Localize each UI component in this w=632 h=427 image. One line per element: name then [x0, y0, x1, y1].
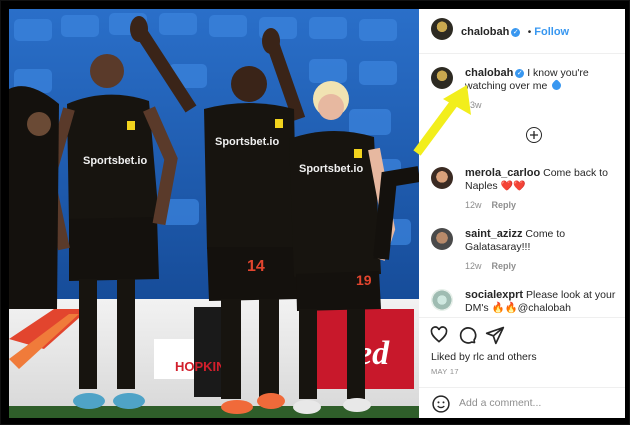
arrow-icon [413, 85, 471, 156]
sponsor-left: Sportsbet.io [83, 155, 147, 167]
comment-username[interactable]: saint_azizz [465, 228, 522, 240]
author-username[interactable]: chalobah [461, 26, 509, 38]
heart-icon[interactable] [429, 325, 451, 347]
separator-dot: • [527, 27, 532, 38]
reply-button[interactable]: Reply [492, 261, 517, 271]
post-side-panel: chalobah ✓ • Follow chalobah ✓ I know you'r… [419, 9, 625, 418]
sponsor-right: Sportsbet.io [299, 163, 363, 175]
caption-username[interactable]: chalobah [465, 67, 513, 79]
post-photo-illustration: HOPKIN ed Sportsbet.io Sportsbet.io 14 S… [9, 9, 419, 418]
emoji-icon[interactable] [431, 394, 451, 414]
add-circle-icon[interactable] [526, 127, 542, 143]
player-number-14: 14 [247, 258, 265, 275]
sponsor-centre: Sportsbet.io [215, 136, 279, 148]
caption-time: 13w [465, 100, 482, 110]
header-divider [419, 53, 625, 54]
comment-time: 12w [465, 261, 482, 271]
comment-username[interactable]: socialexprt [465, 289, 523, 301]
screenshot-frame: HOPKIN ed Sportsbet.io Sportsbet.io 14 S… [0, 0, 630, 425]
likes-text[interactable]: Liked by rlc and others [431, 351, 537, 363]
post-photo: HOPKIN ed Sportsbet.io Sportsbet.io 14 S… [9, 9, 419, 418]
player-number-19: 19 [356, 272, 372, 288]
verified-badge-icon: ✓ [515, 69, 525, 78]
add-comment-bar: Add a comment... [431, 394, 621, 414]
add-comment-divider [419, 387, 625, 388]
share-icon[interactable] [485, 325, 507, 347]
comment-username[interactable]: merola_carloo [465, 167, 540, 179]
post-date: MAY 17 [431, 367, 459, 376]
comment-avatar[interactable] [431, 167, 453, 189]
add-comment-input[interactable]: Add a comment... [459, 397, 541, 409]
comment-avatar[interactable] [431, 289, 453, 311]
comment-time: 12w [465, 200, 482, 210]
comment-avatar[interactable] [431, 228, 453, 250]
comment-icon[interactable] [457, 325, 479, 347]
follow-button[interactable]: Follow [534, 26, 569, 38]
post-header: chalobah ✓ • Follow [431, 15, 621, 43]
reply-button[interactable]: Reply [492, 200, 517, 210]
actions-divider [419, 317, 625, 318]
blue-heart-icon [550, 79, 564, 92]
author-avatar[interactable] [431, 18, 453, 40]
red-hearts-emoji: ❤️❤️ [500, 181, 526, 192]
board-text-hopkin: HOPKIN [175, 359, 226, 374]
verified-badge-icon: ✓ [511, 28, 521, 37]
